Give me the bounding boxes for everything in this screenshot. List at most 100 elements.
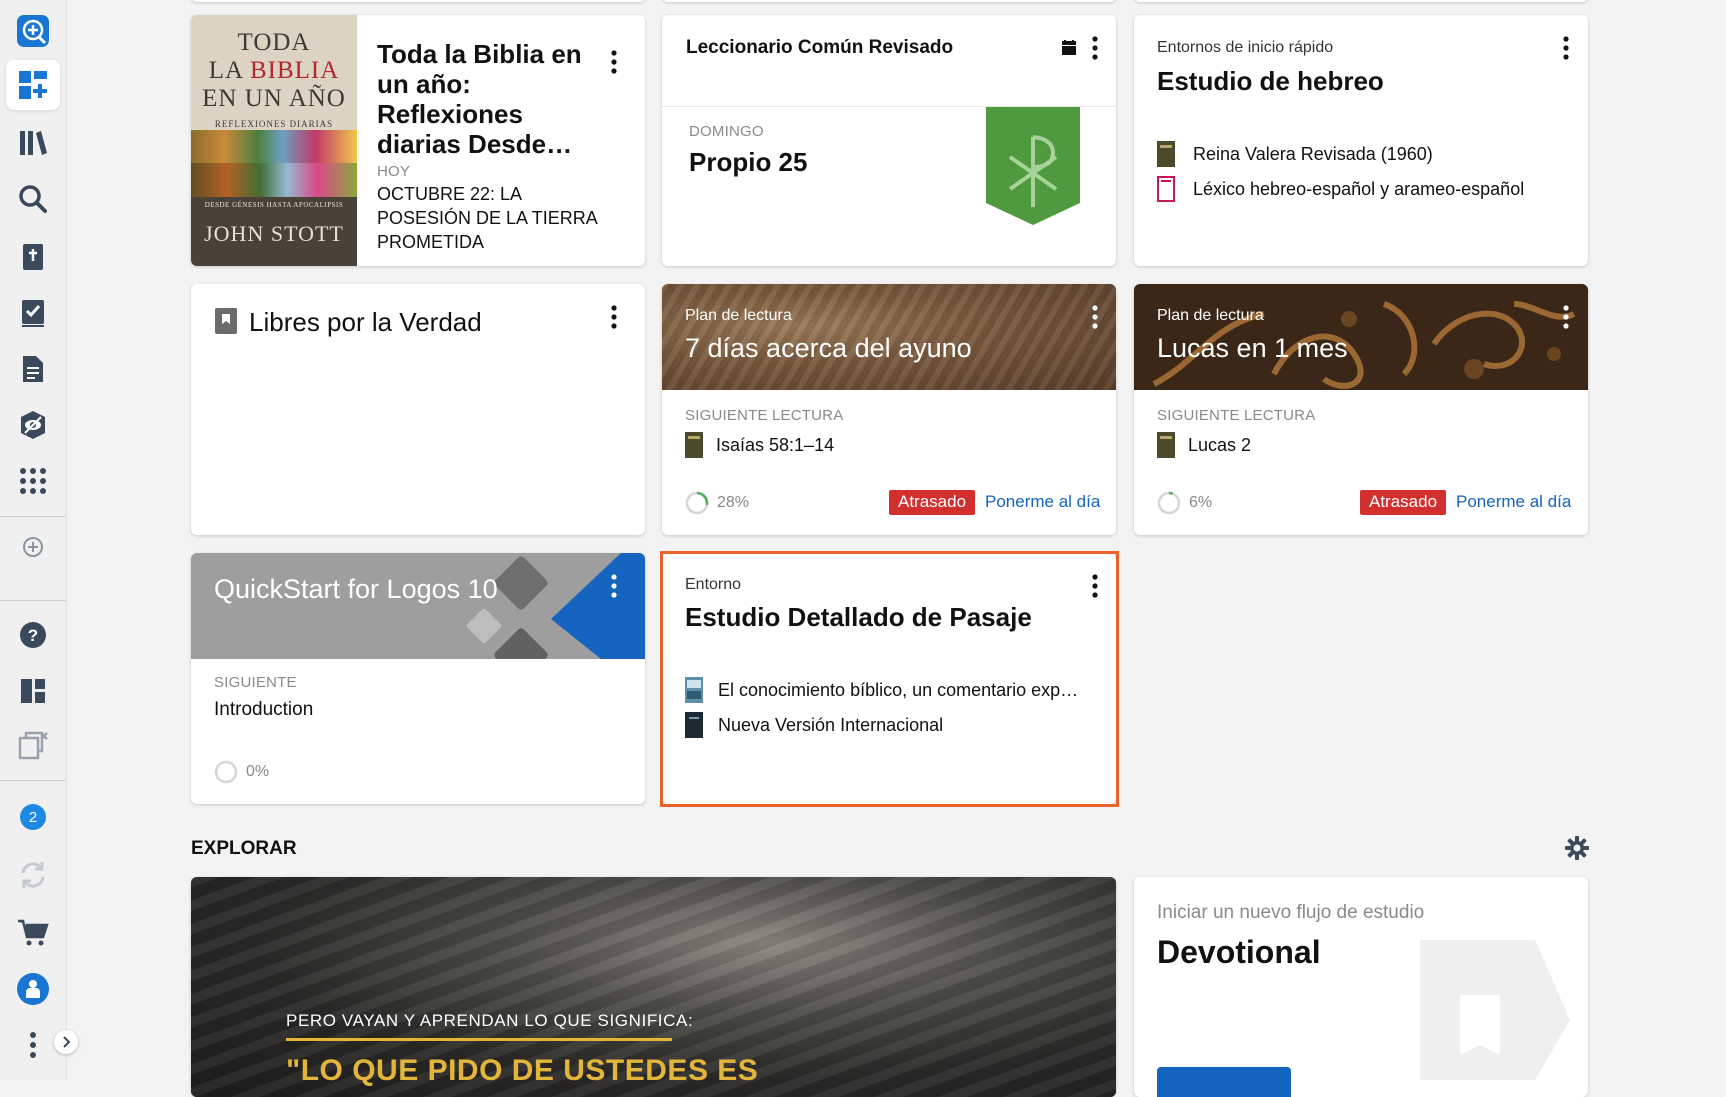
- banner-underline: [286, 1038, 672, 1041]
- card-menu-button[interactable]: [604, 48, 624, 76]
- next-item[interactable]: Introduction: [214, 699, 313, 721]
- calendar-icon[interactable]: [1061, 40, 1077, 56]
- card-eyebrow: Plan de lectura: [685, 307, 792, 324]
- card-banner: Plan de lectura Lucas en 1 mes: [1134, 284, 1588, 390]
- book-cover-icon: [685, 432, 703, 458]
- card-menu-button[interactable]: [1085, 303, 1105, 331]
- cover-line: TODA: [237, 29, 311, 56]
- resource-title: Reina Valera Revisada (1960): [1193, 143, 1433, 164]
- status-badge: Atrasado: [889, 490, 976, 515]
- cover-author: JOHN STOTT: [204, 221, 344, 246]
- card-lectionary[interactable]: Leccionario Común Revisado DOMINGO Propi…: [662, 15, 1116, 266]
- card-title[interactable]: 7 días acerca del ayuno: [685, 333, 972, 364]
- book-cover-icon: [685, 712, 703, 738]
- card-hebrew-study[interactable]: Entornos de inicio rápido Estudio de heb…: [1134, 15, 1588, 266]
- add-shortcut-button[interactable]: [6, 522, 60, 572]
- resource-row[interactable]: El conocimiento bíblico, un comentario e…: [685, 677, 1078, 703]
- library-button[interactable]: [6, 118, 60, 168]
- layouts-button[interactable]: [6, 666, 60, 716]
- banner-quote-intro: PERO VAYAN Y APRENDAN LO QUE SIGNIFICA:: [286, 1011, 694, 1030]
- study-flow-card[interactable]: Iniciar un nuevo flujo de estudio Devoti…: [1134, 877, 1588, 1097]
- layouts-icon: [21, 679, 45, 703]
- dashboard-icon: [19, 71, 47, 99]
- card-bible-in-a-year[interactable]: TODA LA BIBLIA EN UN AÑO REFLEXIONES DIA…: [191, 15, 645, 266]
- day-title[interactable]: Propio 25: [689, 147, 807, 178]
- card-banner: Plan de lectura 7 días acerca del ayuno: [662, 284, 1116, 390]
- next-label: SIGUIENTE LECTURA: [685, 407, 844, 424]
- card-menu-button[interactable]: [1085, 572, 1105, 600]
- resource-row[interactable]: Reina Valera Revisada (1960): [1157, 141, 1433, 167]
- next-reading[interactable]: Isaías 58:1–14: [685, 432, 834, 458]
- expand-sidebar-button[interactable]: [54, 1030, 78, 1054]
- resource-row[interactable]: Léxico hebreo-español y arameo-español: [1157, 176, 1524, 202]
- next-reading[interactable]: Lucas 2: [1157, 432, 1251, 458]
- plan-progress: 6%: [1157, 491, 1212, 515]
- more-button[interactable]: [6, 1020, 60, 1070]
- eye-icon: [21, 411, 45, 439]
- new-panel-icon: [17, 15, 49, 47]
- card-reading-plan-fasting[interactable]: Plan de lectura 7 días acerca del ayuno …: [662, 284, 1116, 535]
- card-title[interactable]: Estudio de hebreo: [1157, 66, 1384, 97]
- course-progress: 0%: [214, 760, 269, 784]
- card-menu-button[interactable]: [604, 572, 624, 600]
- cover-line: DESDE GÉNESIS HASTA APOCALIPSIS: [204, 201, 344, 209]
- card-libres[interactable]: Libres por la Verdad: [191, 284, 645, 535]
- book-cover: TODA LA BIBLIA EN UN AÑO REFLEXIONES DIA…: [191, 15, 357, 266]
- explore-banner[interactable]: PERO VAYAN Y APRENDAN LO QUE SIGNIFICA: …: [191, 877, 1116, 1097]
- book-cover-icon: [1157, 176, 1175, 202]
- bookmark-icon: [1420, 940, 1570, 1080]
- card-reading-plan-luke[interactable]: Plan de lectura Lucas en 1 mes SIGUIENTE…: [1134, 284, 1588, 535]
- profile-button[interactable]: [6, 964, 60, 1014]
- today-reading[interactable]: OCTUBRE 22: LA POSESIÓN DE LA TIERRA PRO…: [377, 182, 617, 254]
- bible-button[interactable]: [6, 232, 60, 282]
- progress-ring-icon: [1157, 491, 1181, 515]
- card-title[interactable]: QuickStart for Logos 10: [214, 574, 498, 605]
- card-passage-study[interactable]: Entorno Estudio Detallado de Pasaje El c…: [662, 553, 1116, 804]
- resource-title: El conocimiento bíblico, un comentario e…: [718, 679, 1079, 700]
- store-button[interactable]: [6, 908, 60, 958]
- apps-button[interactable]: [6, 456, 60, 506]
- search-icon: [19, 185, 47, 213]
- card-menu-button[interactable]: [1085, 34, 1105, 62]
- library-icon: [20, 131, 47, 155]
- gear-icon[interactable]: [1565, 836, 1589, 860]
- notifications-icon: 2: [20, 804, 46, 830]
- card-menu-button[interactable]: [1556, 34, 1576, 62]
- card-title[interactable]: Estudio Detallado de Pasaje: [685, 602, 1032, 633]
- book-cover-icon: [1157, 432, 1175, 458]
- card-eyebrow: Entorno: [685, 576, 742, 593]
- kebab-icon: [1563, 305, 1569, 329]
- card-title[interactable]: Libres por la Verdad: [249, 307, 482, 338]
- flow-eyebrow: Iniciar un nuevo flujo de estudio: [1157, 902, 1425, 923]
- card-partial: [191, 0, 645, 2]
- help-button[interactable]: ?: [6, 610, 60, 660]
- visual-filters-button[interactable]: [6, 400, 60, 450]
- card-eyebrow: Entornos de inicio rápido: [1157, 39, 1334, 56]
- bookmark-icon: [215, 308, 237, 334]
- checklist-button[interactable]: [6, 288, 60, 338]
- search-button[interactable]: [6, 174, 60, 224]
- resource-title: Nueva Versión Internacional: [718, 714, 944, 735]
- card-title[interactable]: Toda la Biblia en un año: Reflexiones di…: [377, 39, 607, 159]
- card-menu-button[interactable]: [1556, 303, 1576, 331]
- card-title[interactable]: Leccionario Común Revisado: [686, 37, 953, 59]
- card-quickstart[interactable]: QuickStart for Logos 10 SIGUIENTE Introd…: [191, 553, 645, 804]
- card-title[interactable]: Lucas en 1 mes: [1157, 333, 1348, 364]
- sync-button[interactable]: [6, 850, 60, 900]
- sidebar-divider: [0, 780, 66, 781]
- new-panel-button[interactable]: [6, 6, 60, 56]
- flow-title[interactable]: Devotional: [1157, 934, 1321, 971]
- catch-up-link[interactable]: Ponerme al día: [1456, 492, 1571, 512]
- cover-line: REFLEXIONES DIARIAS: [214, 119, 334, 129]
- plan-progress: 28%: [685, 491, 749, 515]
- profile-icon: [17, 973, 49, 1005]
- sidebar-divider: [0, 600, 66, 601]
- flow-start-button[interactable]: [1157, 1067, 1291, 1097]
- close-panels-button[interactable]: [6, 720, 60, 770]
- catch-up-link[interactable]: Ponerme al día: [985, 492, 1100, 512]
- documents-button[interactable]: [6, 344, 60, 394]
- dashboard-button[interactable]: [6, 60, 60, 110]
- card-menu-button[interactable]: [604, 303, 624, 331]
- resource-row[interactable]: Nueva Versión Internacional: [685, 712, 943, 738]
- notifications-button[interactable]: 2: [6, 792, 60, 842]
